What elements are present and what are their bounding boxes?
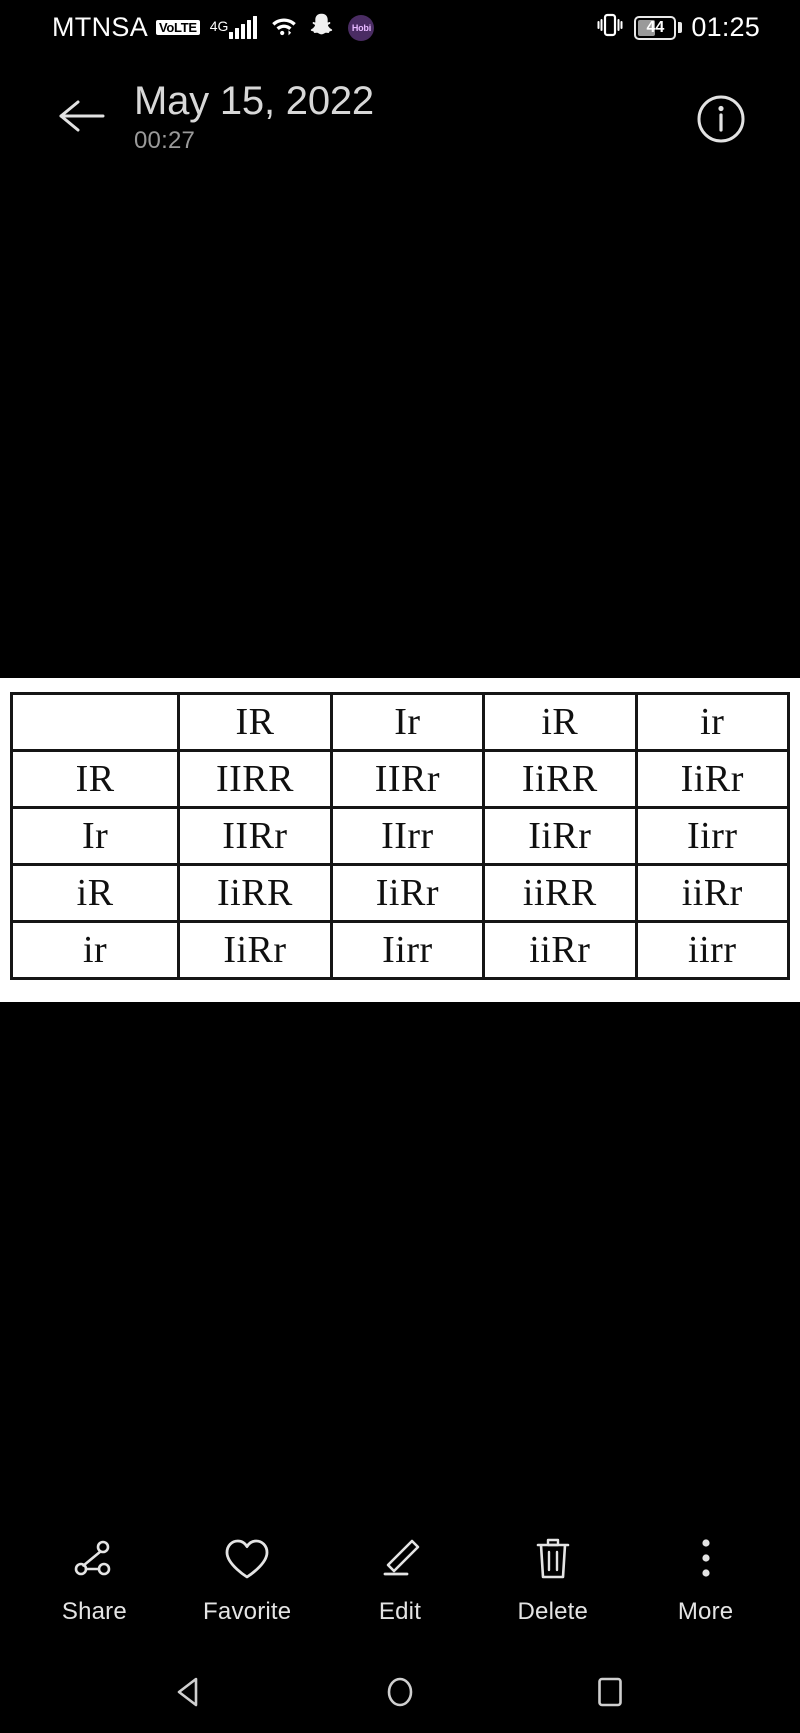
row-header-cell: IR — [9, 749, 181, 809]
vibrate-icon — [595, 11, 625, 44]
row-header-cell: ir — [9, 920, 181, 980]
nav-back-triangle-icon — [177, 1677, 198, 1706]
status-bar-right: 44 01:25 — [595, 11, 760, 44]
back-arrow-icon — [59, 100, 105, 132]
table-row: Ir IIRr IIrr IiRr Iirr — [9, 806, 791, 866]
wifi-icon — [269, 13, 299, 42]
more-button[interactable]: More — [629, 1534, 782, 1626]
table-header-row: IR Ir iR ir — [9, 692, 791, 752]
row-header-cell: iR — [9, 863, 181, 923]
network-type-label: 4G — [209, 17, 229, 34]
trash-icon — [528, 1534, 578, 1584]
genotype-cell: iiRr — [634, 863, 791, 923]
genotype-cell: iirr — [634, 920, 791, 980]
signal-strength-bars — [229, 15, 258, 39]
share-label: Share — [61, 1598, 127, 1625]
table-row: ir IiRr Iirr iiRr iirr — [9, 920, 791, 980]
share-button[interactable]: Share — [18, 1534, 171, 1626]
signal-bars-icon: 4G — [209, 15, 258, 39]
punnett-square-table: IR Ir iR ir IR IIRR IIRr IiRR IiRr Ir II… — [9, 692, 791, 980]
genotype-cell: IiRr — [634, 749, 791, 809]
edit-label: Edit — [378, 1598, 422, 1625]
heart-icon — [222, 1534, 272, 1584]
edit-button[interactable]: Edit — [324, 1534, 477, 1626]
punnett-table-body: IR Ir iR ir IR IIRR IIRr IiRR IiRr Ir II… — [9, 692, 791, 980]
pencil-icon — [375, 1534, 425, 1584]
more-label: More — [677, 1598, 734, 1625]
table-row: iR IiRR IiRr iiRR iiRr — [9, 863, 791, 923]
battery-cap — [678, 22, 683, 33]
favorite-label: Favorite — [203, 1598, 292, 1625]
back-button[interactable] — [52, 86, 112, 146]
bottom-toolbar: Share Favorite Edit Delete More — [0, 1510, 800, 1650]
nav-recents-button[interactable] — [575, 1657, 645, 1727]
status-bar: MTNSA VoLTE 4G Hobi 44 01:25 — [0, 0, 800, 55]
photo-viewer-screen: MTNSA VoLTE 4G Hobi 44 01:25 May 15, 202… — [0, 0, 800, 1733]
genotype-cell: IIRr — [329, 749, 486, 809]
more-vertical-icon — [681, 1534, 731, 1584]
page-title: May 15, 2022 — [134, 79, 374, 123]
genotype-cell: IiRr — [482, 806, 638, 866]
info-icon — [697, 95, 745, 143]
genotype-cell: Iirr — [634, 806, 791, 866]
favorite-button[interactable]: Favorite — [171, 1534, 324, 1626]
header-title-block: May 15, 2022 00:27 — [134, 79, 374, 155]
table-row: IR IIRR IIRr IiRR IiRr — [9, 749, 791, 809]
nav-home-circle-icon — [387, 1677, 413, 1706]
nav-home-button[interactable] — [365, 1657, 435, 1727]
status-clock: 01:25 — [691, 12, 760, 42]
hobi-app-icon: Hobi — [348, 14, 375, 41]
genotype-cell: iiRr — [482, 920, 638, 980]
genotype-cell: IiRr — [329, 863, 486, 923]
photo-viewer-area[interactable]: IR Ir iR ir IR IIRR IIRr IiRR IiRr Ir II… — [0, 170, 800, 1510]
genotype-cell: IIrr — [329, 806, 486, 866]
genotype-cell: IiRR — [482, 749, 638, 809]
carrier-label: MTNSA — [52, 12, 148, 42]
android-navigation-bar — [0, 1650, 800, 1733]
volte-icon: VoLTE — [156, 19, 200, 36]
genotype-cell: Iirr — [329, 920, 486, 980]
battery-level-label: 44 — [646, 18, 665, 36]
table-corner-cell — [9, 692, 181, 752]
share-icon — [69, 1534, 119, 1584]
genotype-cell: IiRr — [177, 920, 333, 980]
column-header-cell: Ir — [329, 692, 486, 752]
column-header-cell: IR — [177, 692, 333, 752]
column-header-cell: iR — [482, 692, 638, 752]
column-header-cell: ir — [634, 692, 791, 752]
genotype-cell: IIRR — [177, 749, 333, 809]
row-header-cell: Ir — [9, 806, 181, 866]
punnett-square-photo[interactable]: IR Ir iR ir IR IIRR IIRr IiRR IiRr Ir II… — [0, 678, 800, 1002]
app-header: May 15, 2022 00:27 — [0, 60, 800, 170]
info-button[interactable] — [694, 92, 748, 146]
genotype-cell: iiRR — [482, 863, 638, 923]
delete-label: Delete — [517, 1598, 589, 1625]
nav-back-button[interactable] — [155, 1657, 225, 1727]
status-bar-left: MTNSA VoLTE 4G Hobi — [52, 12, 375, 43]
delete-button[interactable]: Delete — [476, 1534, 629, 1626]
nav-recents-square-icon — [598, 1677, 622, 1706]
genotype-cell: IiRR — [177, 863, 333, 923]
battery-icon: 44 — [634, 15, 683, 40]
genotype-cell: IIRr — [177, 806, 333, 866]
snapchat-icon — [309, 12, 335, 43]
page-subtitle: 00:27 — [134, 127, 196, 155]
